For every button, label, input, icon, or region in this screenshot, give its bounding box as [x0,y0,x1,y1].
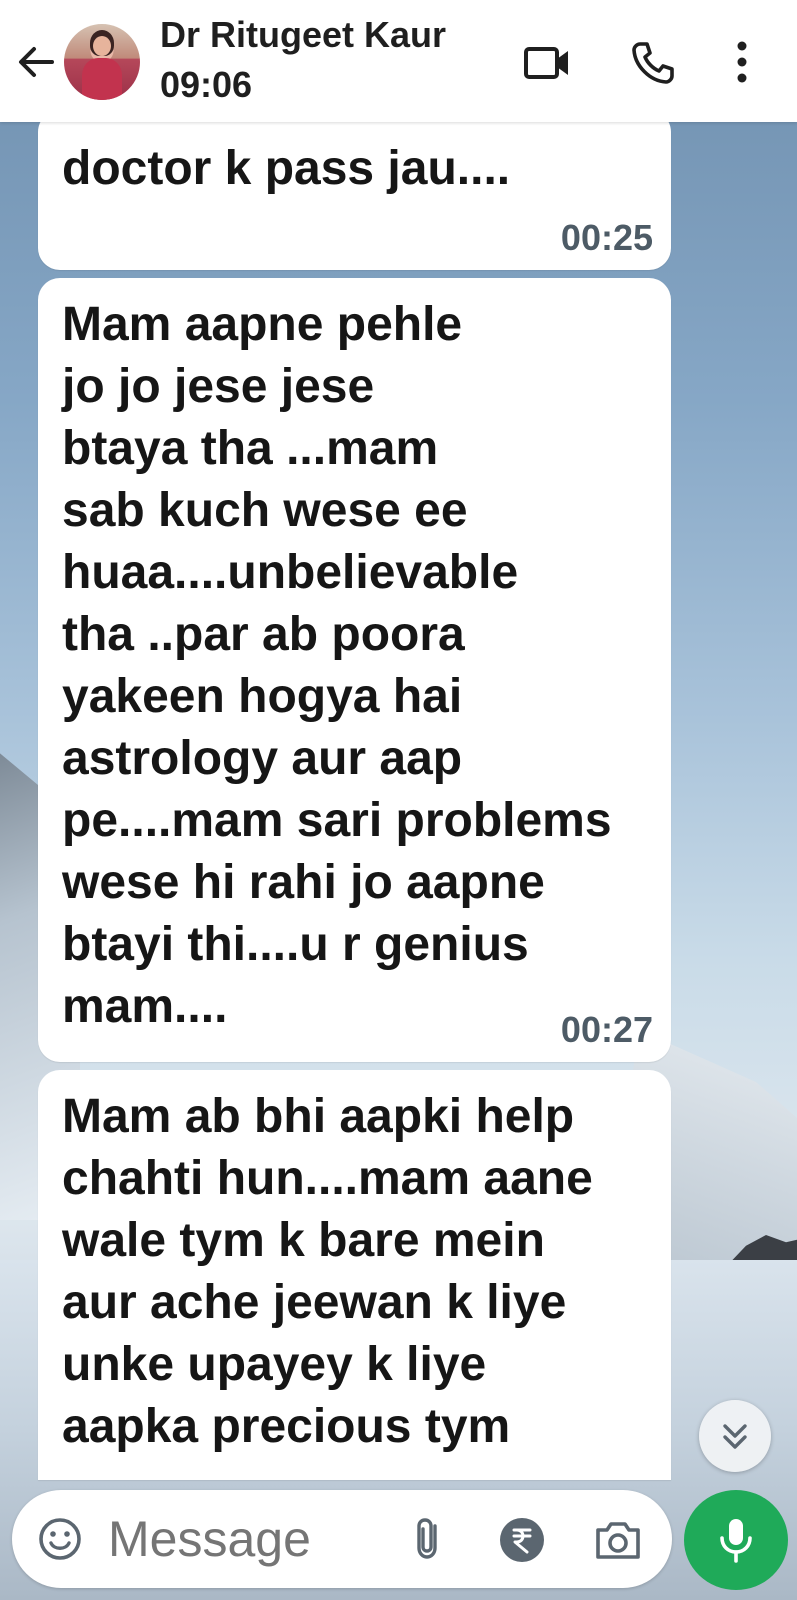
contact-status: 09:06 [160,64,253,105]
paperclip-icon [417,1518,437,1559]
message-bubble[interactable]: Mam aapne pehle jo jo jese jese btaya th… [38,278,671,1062]
message-bubble[interactable]: doctor k pass jau.... 00:25 [38,110,671,270]
message-text: doctor k pass jau.... [62,142,511,195]
back-button[interactable] [14,40,58,84]
camera-button[interactable] [592,1516,644,1564]
payment-button[interactable] [498,1516,546,1564]
message-input[interactable] [108,1506,368,1572]
arrow-left-icon [19,47,54,77]
message-time: 00:27 [560,1009,653,1050]
more-vertical-icon [737,41,747,83]
camera-icon [596,1522,640,1559]
contact-name[interactable]: Dr Ritugeet Kaur [160,14,446,56]
contact-avatar[interactable] [64,24,140,100]
message-time: 00:25 [560,217,653,258]
message-bubble[interactable]: Mam ab bhi aapki help chahti hun....mam … [38,1070,671,1480]
attach-button[interactable] [404,1514,454,1564]
emoji-icon [39,1518,81,1560]
voice-message-button[interactable] [684,1490,788,1590]
chat-header: Dr Ritugeet Kaur 09:06 [0,0,797,122]
voice-call-button[interactable] [628,38,678,88]
scroll-to-bottom-button[interactable] [699,1400,771,1472]
video-camera-icon [524,47,568,79]
video-call-button[interactable] [522,38,572,88]
message-text: Mam ab bhi aapki help chahti hun....mam … [62,1090,593,1453]
more-options-button[interactable] [722,38,762,88]
message-composer [12,1490,672,1588]
emoji-button[interactable] [36,1515,84,1563]
microphone-icon [720,1519,752,1563]
chevrons-down-icon [723,1424,747,1449]
phone-icon [632,42,674,84]
message-text: Mam aapne pehle jo jo jese jese btaya th… [62,298,612,1033]
rupee-icon [500,1518,544,1562]
